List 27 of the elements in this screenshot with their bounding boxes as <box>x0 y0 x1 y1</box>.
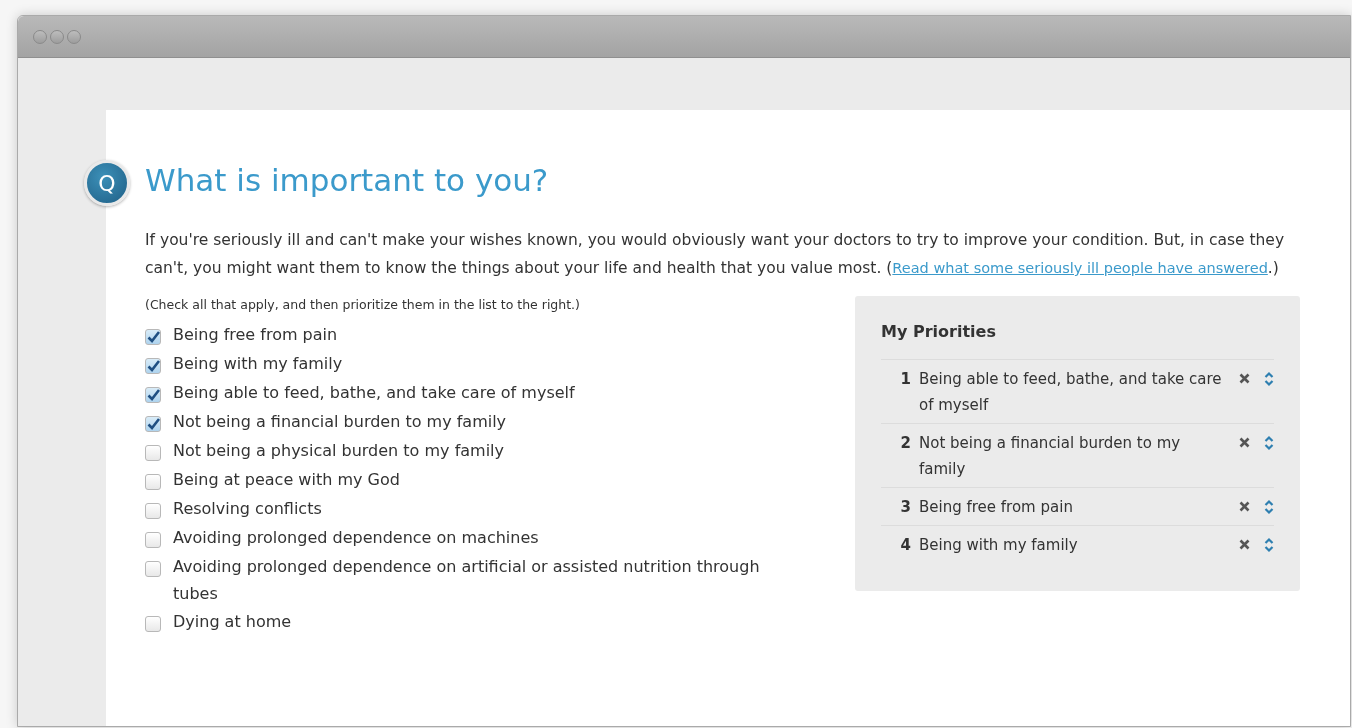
option-label: Being free from pain <box>173 324 339 346</box>
option-label: Being at peace with my God <box>173 469 401 491</box>
option-label: Not being a financial burden to my family <box>173 411 508 433</box>
page-heading: What is important to you? <box>145 161 550 200</box>
option-label: Being with my family <box>173 353 344 375</box>
rank-number: 1 <box>899 369 912 390</box>
rank-number: 2 <box>899 433 912 454</box>
priority-label: Being with my family <box>919 535 1079 556</box>
question-badge: Q <box>84 160 130 206</box>
option-label: Dying at home <box>173 611 293 633</box>
panel-title: My Priorities <box>881 322 997 341</box>
priority-row[interactable]: 4 Being with my family <box>881 525 1274 563</box>
priority-label: Being able to feed, bathe, and take care of myself <box>919 369 1223 416</box>
rank-number: 4 <box>899 535 912 556</box>
priority-row[interactable]: 3 Being free from pain <box>881 487 1274 525</box>
rank-number: 3 <box>899 497 912 518</box>
option-label: Resolving conflicts <box>173 498 323 520</box>
priority-row[interactable]: 2 Not being a financial burden to my family <box>881 423 1274 487</box>
option-label: Not being a physical burden to my family <box>173 440 505 462</box>
priority-label: Being free from pain <box>919 497 1074 518</box>
priority-row[interactable]: 1 Being able to feed, bathe, and take care of myself <box>881 359 1274 423</box>
option-label: Avoiding prolonged dependence on artificial or assisted nutrition through tubes <box>173 556 761 605</box>
priority-label: Not being a financial burden to my family <box>919 433 1182 480</box>
option-label: Being able to feed, bathe, and take care of myself <box>173 382 576 404</box>
intro-paragraph: If you're seriously ill and can't make your wishes known, you would obviously want your doctors to try to improve your condition. But, in case they can't, you might want them to know the things about your life and health that you value most. (Read what some seriously ill people have answered.) <box>145 230 1286 279</box>
instructions: (Check all that apply, and then prioritize them in the list to the right.) <box>145 296 581 314</box>
option-label: Avoiding prolonged dependence on machines <box>173 527 540 549</box>
